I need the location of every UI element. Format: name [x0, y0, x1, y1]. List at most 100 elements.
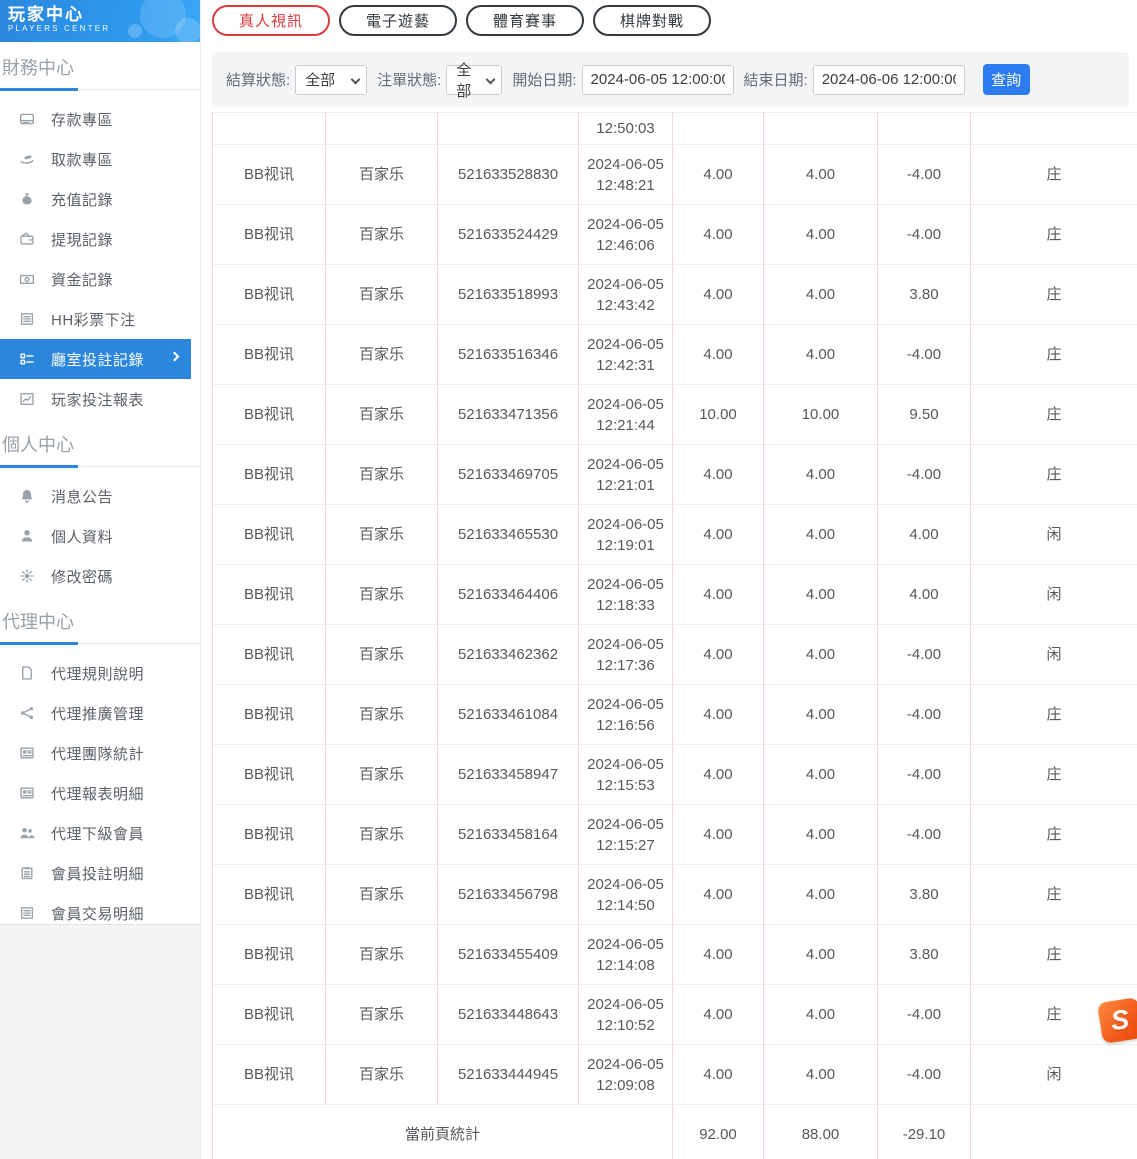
cell-valid: 4.00 [764, 565, 878, 625]
sidebar-item-agent-promotion[interactable]: 代理推廣管理 [0, 693, 200, 733]
cell-datetime: 2024-06-0512:14:50 [579, 865, 673, 925]
cell-valid: 4.00 [764, 925, 878, 985]
table-row: BB视讯百家乐5216335288302024-06-0512:48:214.0… [213, 145, 1137, 205]
summary-valid-total: 88.00 [764, 1105, 878, 1159]
cell-payout: 3.80 [878, 265, 971, 325]
item-icon-wrap [19, 391, 36, 408]
sidebar-item-member-trade-detail[interactable]: 會員交易明細 [0, 893, 200, 933]
sidebar-item-label: 代理報表明細 [51, 783, 144, 804]
cell-bet: 4.00 [673, 1045, 764, 1105]
cell-payout: -4.00 [878, 985, 971, 1045]
table-row: BB视讯百家乐5216335244292024-06-0512:46:064.0… [213, 205, 1137, 265]
sidebar-item-agent-sub-members[interactable]: 代理下級會員 [0, 813, 200, 853]
cell-datetime: 2024-06-0512:14:08 [579, 925, 673, 985]
table-row: BB视讯百家乐5216334567982024-06-0512:14:504.0… [213, 865, 1137, 925]
sidebar-item-hh-lottery-bet[interactable]: HH彩票下注 [0, 299, 200, 339]
cell-valid: 4.00 [764, 1045, 878, 1105]
people-icon [19, 825, 35, 841]
tab-sports[interactable]: 體育賽事 [466, 5, 584, 36]
cell-result: 庄 [971, 685, 1137, 745]
cell-result [971, 113, 1137, 145]
sidebar-item-label: 充值記錄 [51, 189, 113, 210]
sidebar-item-agent-report-detail[interactable]: 代理報表明細 [0, 773, 200, 813]
tab-e-games[interactable]: 電子遊藝 [339, 5, 457, 36]
cell-payout: -4.00 [878, 145, 971, 205]
cell-datetime: 2024-06-0512:10:52 [579, 985, 673, 1045]
cell-order-no: 521633455409 [438, 925, 579, 985]
sidebar-item-agent-rules[interactable]: 代理規則說明 [0, 653, 200, 693]
cell-game: 百家乐 [326, 625, 438, 685]
bell-icon [19, 488, 35, 504]
cell-game: 百家乐 [326, 1045, 438, 1105]
cell-platform: BB视讯 [213, 385, 326, 445]
sidebar-item-hall-bet-record[interactable]: 廳室投註記錄 [0, 339, 191, 379]
sidebar-item-deposit-area[interactable]: 存款專區 [0, 99, 200, 139]
cell-datetime: 2024-06-0512:19:01 [579, 505, 673, 565]
sidebar-item-agent-team-stats[interactable]: 代理團隊統計 [0, 733, 200, 773]
sidebar-item-withdraw-record[interactable]: 提現記錄 [0, 219, 200, 259]
clipboard-icon [19, 865, 35, 881]
cell-result: 闲 [971, 505, 1137, 565]
cell-datetime: 2024-06-0512:46:06 [579, 205, 673, 265]
cell-order-no: 521633456798 [438, 865, 579, 925]
table-row: BB视讯百家乐5216335189932024-06-0512:43:424.0… [213, 265, 1137, 325]
category-tabs: 真人視訊電子遊藝體育賽事棋牌對戰 [201, 0, 1137, 36]
end-date-input[interactable] [813, 65, 965, 95]
cell-result: 庄 [971, 145, 1137, 205]
summary-empty [971, 1105, 1137, 1159]
chevron-right-icon [170, 352, 180, 362]
cell-payout: -4.00 [878, 325, 971, 385]
cell-platform: BB视讯 [213, 265, 326, 325]
sidebar-item-news-announcement[interactable]: 消息公告 [0, 476, 200, 516]
settle-status-select[interactable]: 全部 [295, 65, 367, 95]
sidebar-footer-area [0, 924, 201, 1159]
item-icon-wrap [19, 825, 36, 842]
settle-status-label: 結算狀態: [226, 69, 290, 90]
cash-icon [19, 271, 35, 287]
end-date-label: 結束日期: [744, 69, 808, 90]
start-date-input[interactable] [582, 65, 734, 95]
cell-payout: -4.00 [878, 205, 971, 265]
chevron-down-icon [351, 74, 361, 84]
cell-game: 百家乐 [326, 685, 438, 745]
cell-platform: BB视讯 [213, 745, 326, 805]
sidebar-item-change-password[interactable]: 修改密碼 [0, 556, 200, 596]
cell-game: 百家乐 [326, 565, 438, 625]
main-area: 真人視訊電子遊藝體育賽事棋牌對戰 結算狀態: 全部 注單狀態: 全部 開始日期:… [201, 0, 1137, 1159]
filter-bar: 結算狀態: 全部 注單狀態: 全部 開始日期: 結束日期: 查詢 [212, 52, 1129, 107]
summary-label: 當前頁統計 [213, 1105, 673, 1159]
cell-order-no: 521633528830 [438, 145, 579, 205]
query-button[interactable]: 查詢 [983, 64, 1030, 95]
sidebar-item-member-bet-detail[interactable]: 會員投註明細 [0, 853, 200, 893]
sogou-ime-icon[interactable]: S [1097, 997, 1137, 1044]
item-icon-wrap [19, 705, 36, 722]
cell-datetime: 2024-06-0512:48:21 [579, 145, 673, 205]
item-icon-wrap [19, 865, 36, 882]
sidebar-item-withdraw-area[interactable]: 取款專區 [0, 139, 200, 179]
start-date-label: 開始日期: [512, 69, 576, 90]
cell-valid: 4.00 [764, 985, 878, 1045]
cell-bet: 4.00 [673, 445, 764, 505]
chevron-down-icon [486, 74, 496, 84]
tab-live-video[interactable]: 真人視訊 [212, 5, 330, 36]
sidebar-item-fund-record[interactable]: 資金記錄 [0, 259, 200, 299]
sidebar-item-recharge-record[interactable]: 充值記錄 [0, 179, 200, 219]
cell-result: 闲 [971, 1045, 1137, 1105]
sidebar-item-label: 取款專區 [51, 149, 113, 170]
cell-order-no: 521633462362 [438, 625, 579, 685]
tab-board-games[interactable]: 棋牌對戰 [593, 5, 711, 36]
cell-order-no: 521633465530 [438, 505, 579, 565]
order-status-select[interactable]: 全部 [446, 65, 502, 95]
item-icon-wrap [19, 231, 36, 248]
person-icon [19, 528, 35, 544]
sidebar-item-player-bet-report[interactable]: 玩家投注報表 [0, 379, 200, 419]
cell-game: 百家乐 [326, 205, 438, 265]
cell-payout: -4.00 [878, 625, 971, 685]
sidebar-item-personal-profile[interactable]: 個人資料 [0, 516, 200, 556]
item-icon-wrap [19, 311, 36, 328]
cell-bet: 4.00 [673, 145, 764, 205]
cell-datetime: 2024-06-0512:17:36 [579, 625, 673, 685]
cell-game: 百家乐 [326, 445, 438, 505]
cell-payout: 3.80 [878, 925, 971, 985]
cell-game: 百家乐 [326, 925, 438, 985]
